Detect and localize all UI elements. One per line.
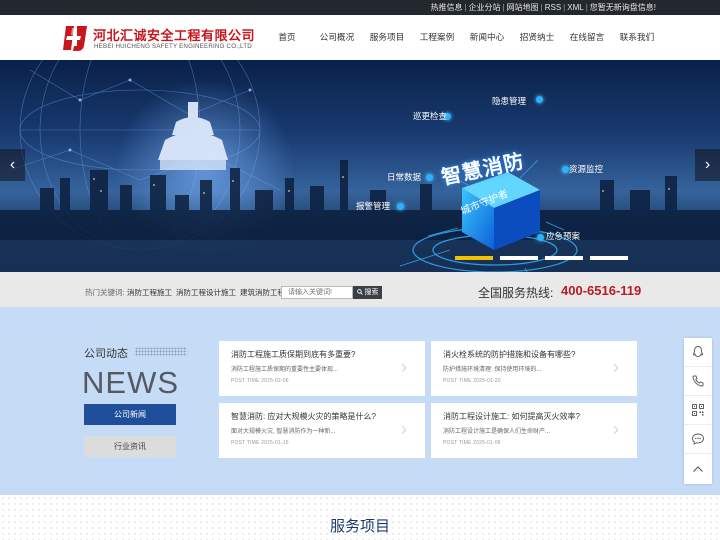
keyword-dot-emergency [537, 234, 544, 241]
nav-contact[interactable]: 联系我们 [612, 15, 662, 60]
tab-industry-news[interactable]: 行业资讯 [84, 436, 176, 457]
hot-keyword-2[interactable]: 消防工程设计施工 [176, 288, 236, 297]
banner-next-arrow[interactable]: › [695, 149, 720, 181]
banner-dot-4[interactable] [590, 256, 628, 260]
news-card-date: POST TIME 2025-01-15 [231, 440, 289, 446]
float-qq-button[interactable] [684, 338, 712, 367]
site-header: HJ 河北汇诚安全工程有限公司 HEBEI HUICHENG SAFETY EN… [0, 15, 720, 60]
keyword-alarm: 报警管理 [356, 201, 391, 211]
keyword-dot-alarm [397, 203, 404, 210]
news-card-date: POST TIME 2025-02-06 [231, 378, 289, 384]
keyword-daily: 日常数据 [387, 172, 422, 182]
nav-message[interactable]: 在线留言 [562, 15, 612, 60]
top-link-rss[interactable]: RSS [545, 3, 561, 12]
float-qrcode-button[interactable] [684, 396, 712, 425]
news-card-2[interactable]: 消火栓系统的防护措施和设备有哪些? 防护措施环境清理: 保持使用环境的... P… [431, 341, 637, 396]
news-card-summary: 消防工程施工质保期的重要性主要体现... [231, 367, 339, 373]
chevron-right-icon: › [401, 357, 407, 377]
news-card-summary: 防护措施环境清理: 保持使用环境的... [443, 367, 542, 373]
news-card-4[interactable]: 消防工程设计施工: 如何提高灭火效率? 消防工程设计施工是确保人们生命财产...… [431, 403, 637, 458]
services-title: 服务项目 [330, 518, 391, 535]
page: 热推信息 | 企业分站 | 网站地图 | RSS | XML | 您暂无新询盘信息! HJ 河北汇诚… [0, 0, 720, 540]
nav-jobs[interactable]: 招贤纳士 [512, 15, 562, 60]
news-card-date: POST TIME 2025-01-20 [443, 378, 501, 384]
chevron-right-icon: › [401, 419, 407, 439]
banner-dot-2[interactable] [500, 256, 538, 260]
hot-keyword-3[interactable]: 建筑消防工程 [240, 288, 285, 297]
back-to-top-icon [693, 466, 703, 472]
nav-services[interactable]: 服务项目 [362, 15, 412, 60]
main-nav: 首页 公司概况 服务项目 工程案例 新闻中心 招贤纳士 在线留言 联系我们 [262, 15, 662, 60]
banner-artwork [0, 60, 720, 272]
top-links: 热推信息 | 企业分站 | 网站地图 | RSS | XML | 您暂无新询盘信息! [430, 3, 656, 12]
banner-dot-3[interactable] [545, 256, 583, 260]
nav-home[interactable]: 首页 [262, 15, 312, 60]
hot-keywords: 消防工程施工 消防工程设计施工 建筑消防工程 [127, 287, 289, 298]
banner-dot-1[interactable] [455, 256, 493, 260]
news-card-title: 消防工程设计施工: 如何提高灭火效率? [443, 412, 580, 421]
hotline-label: 全国服务热线: [478, 286, 554, 300]
nav-cases[interactable]: 工程案例 [412, 15, 462, 60]
keyword-emergency: 应急预案 [546, 231, 581, 241]
news-big-label: NEWS [82, 365, 179, 400]
nav-about[interactable]: 公司概况 [312, 15, 362, 60]
news-card-title: 消火栓系统的防护措施和设备有哪些? [443, 350, 576, 359]
tab-company-news[interactable]: 公司新闻 [84, 404, 176, 425]
top-link-sitemap[interactable]: 网站地图 [507, 3, 539, 12]
top-link-branches[interactable]: 企业分站 [469, 3, 501, 12]
top-utility-bar: 热推信息 | 企业分站 | 网站地图 | RSS | XML | 您暂无新询盘信息! [0, 0, 720, 15]
news-card-summary: 面对大规模火灾, 智慧消防作为一种新... [231, 429, 336, 435]
chevron-right-icon: › [613, 419, 619, 439]
keyword-hazard: 隐患管理 [492, 96, 527, 106]
banner-pagination [455, 256, 628, 260]
news-section-title: 公司动态 [84, 348, 128, 360]
logo-letters: HJ [73, 39, 78, 44]
float-back-to-top-button[interactable] [684, 454, 712, 484]
search-button[interactable]: 搜索 [353, 286, 382, 299]
search-icon [356, 288, 363, 295]
news-card-title: 消防工程施工质保期到底有多重要? [231, 350, 356, 359]
floating-toolbar [684, 338, 712, 484]
news-card-1[interactable]: 消防工程施工质保期到底有多重要? 消防工程施工质保期的重要性主要体现... PO… [219, 341, 425, 396]
phone-icon [692, 375, 704, 387]
qrcode-icon [692, 404, 704, 416]
top-link-xml[interactable]: XML [567, 3, 583, 12]
chevron-right-icon: › [704, 156, 711, 173]
search-button-label: 搜索 [364, 289, 379, 296]
services-section: 服务项目 [0, 495, 720, 540]
keyword-dot-hazard [536, 96, 543, 103]
company-logo[interactable]: HJ [62, 24, 88, 52]
news-card-date: POST TIME 2025-01-06 [443, 440, 501, 446]
top-link-hot-info[interactable]: 热推信息 [430, 3, 462, 12]
news-card-title: 智慧消防: 应对大规模火灾的策略是什么? [231, 412, 376, 421]
news-section: 公司动态 NEWS 公司新闻 行业资讯 消防工程施工质保期到底有多重要? 消防工… [0, 307, 720, 495]
banner-prev-arrow[interactable]: ‹ [0, 149, 25, 181]
qq-icon [693, 346, 703, 357]
company-name-en: HEBEI HUICHENG SAFETY ENGINEERING CO.,LT… [94, 43, 252, 50]
chevron-left-icon: ‹ [9, 156, 16, 173]
keyword-dot-daily [426, 174, 433, 181]
chat-icon [692, 433, 704, 445]
news-title-decoration [135, 347, 187, 356]
chevron-right-icon: › [613, 357, 619, 377]
top-link-inquiry[interactable]: 您暂无新询盘信息! [590, 3, 656, 12]
keyword-inspect: 巡更检查 [413, 111, 448, 121]
float-chat-button[interactable] [684, 425, 712, 454]
hotline-number: 400-6516-119 [561, 283, 642, 298]
news-card-3[interactable]: 智慧消防: 应对大规模火灾的策略是什么? 面对大规模火灾, 智慧消防作为一种新.… [219, 403, 425, 458]
news-card-summary: 消防工程设计施工是确保人们生命财产... [443, 429, 551, 435]
nav-news[interactable]: 新闻中心 [462, 15, 512, 60]
float-phone-button[interactable] [684, 367, 712, 396]
hot-keywords-label: 热门关键词: [85, 288, 125, 297]
hot-keyword-1[interactable]: 消防工程施工 [127, 288, 172, 297]
search-bar: 热门关键词: 消防工程施工消防工程设计施工建筑消防工程 搜索 全国服务热线: 4… [0, 272, 720, 307]
company-name-cn: 河北汇诚安全工程有限公司 [93, 28, 256, 43]
hero-banner: 巡更检查 隐患管理 日常数据 资源监控 报警管理 应急预案 智慧消防 城市守护者… [0, 60, 720, 272]
search-input[interactable] [281, 286, 353, 299]
